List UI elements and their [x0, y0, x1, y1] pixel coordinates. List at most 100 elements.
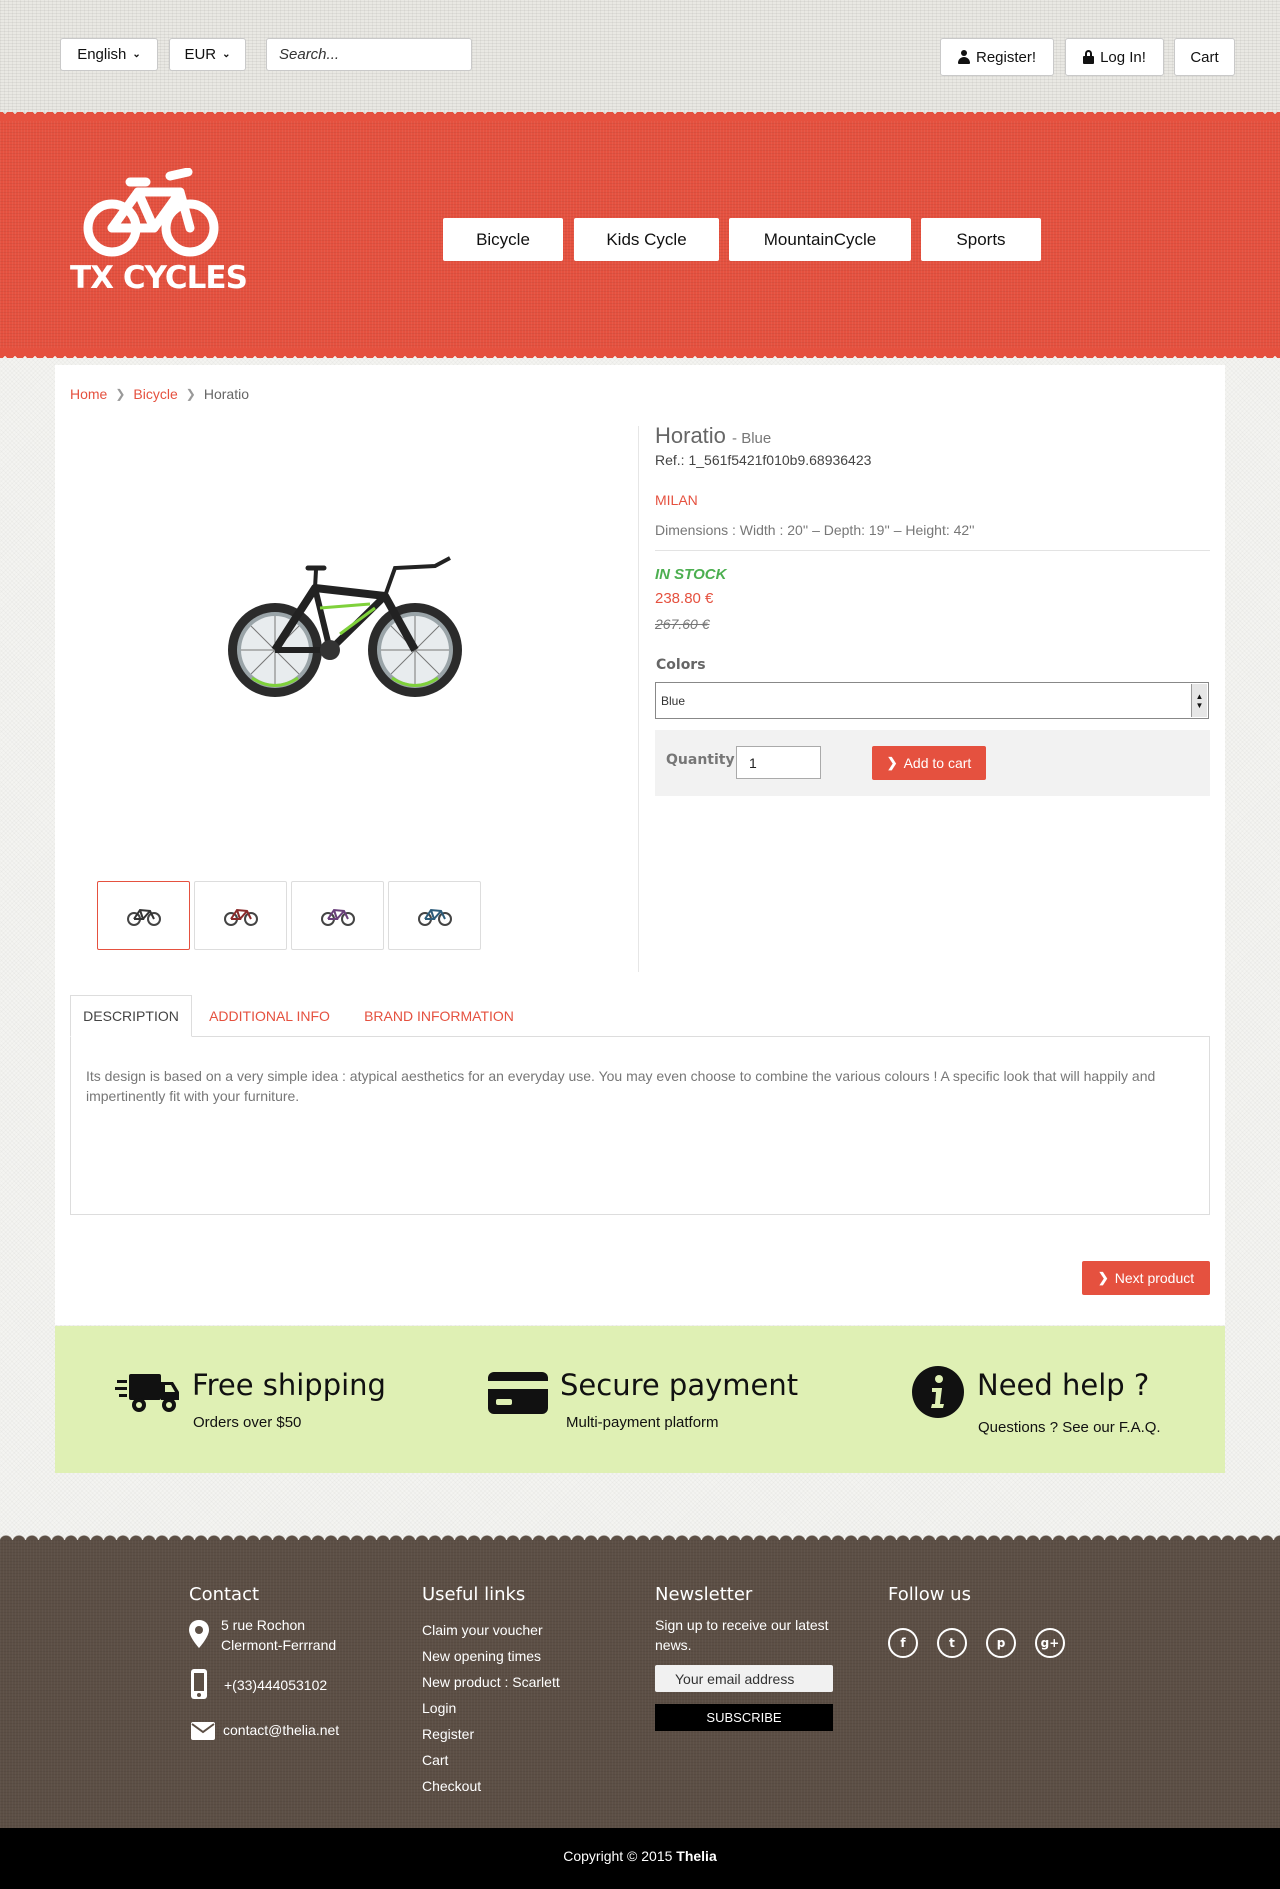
contact-email[interactable]: contact@thelia.net [223, 1720, 339, 1740]
footer-link-opening-times[interactable]: New opening times [422, 1648, 541, 1664]
product-description: Its design is based on a very simple ide… [86, 1068, 1156, 1104]
product-thumbnail[interactable] [388, 881, 481, 950]
cart-label: Cart [1190, 48, 1219, 66]
footer-link-voucher[interactable]: Claim your voucher [422, 1622, 543, 1638]
breadcrumb: Home ❯ Bicycle ❯ Horatio [70, 386, 249, 402]
info-icon [912, 1366, 964, 1418]
copyright: Copyright © 2015 Thelia [0, 1848, 1280, 1864]
feature-title-help: Need help ? [977, 1368, 1150, 1402]
stock-status: IN STOCK [655, 566, 727, 583]
product-variant: - Blue [732, 430, 772, 447]
credit-card-icon [488, 1372, 548, 1414]
bicycle-thumbnail-icon [417, 908, 452, 926]
language-select[interactable]: English ⌄ [60, 38, 158, 71]
address-line1: 5 rue Rochon [221, 1617, 306, 1633]
breadcrumb-current: Horatio [203, 386, 249, 402]
select-arrow-icon: ▲ ▼ [1191, 684, 1207, 717]
product-main-image[interactable] [220, 548, 470, 708]
product-name: Horatio [655, 423, 726, 448]
newsletter-heading: Newsletter [655, 1584, 753, 1605]
add-to-cart-label: Add to cart [903, 755, 972, 771]
nav-item-mountaincycle[interactable]: MountainCycle [729, 218, 911, 261]
chevron-down-icon: ⌄ [222, 49, 231, 60]
quantity-label: Quantity [666, 752, 735, 768]
search-input[interactable] [279, 46, 471, 63]
chevron-right-icon: ❯ [886, 755, 898, 770]
next-product-label: Next product [1114, 1270, 1195, 1286]
column-divider [638, 426, 639, 972]
product-thumbnail[interactable] [291, 881, 384, 950]
feature-title-payment: Secure payment [560, 1368, 799, 1402]
chevron-right-icon: ❯ [185, 387, 196, 401]
google-plus-icon[interactable]: g+ [1035, 1628, 1065, 1658]
phone-number: +(33)444053102 [224, 1677, 328, 1693]
truck-icon [115, 1374, 179, 1412]
breadcrumb-bicycle[interactable]: Bicycle [133, 386, 177, 402]
breadcrumb-home[interactable]: Home [70, 386, 107, 402]
feature-subtitle-help[interactable]: Questions ? See our F.A.Q. [978, 1419, 1161, 1436]
colors-label: Colors [656, 657, 706, 673]
login-label: Log In! [1100, 48, 1146, 66]
bicycle-thumbnail-icon [320, 908, 355, 926]
next-product-button[interactable]: ❯ Next product [1082, 1261, 1210, 1295]
address-line2: Clermont-Ferrrand [221, 1637, 337, 1653]
subscribe-button[interactable]: SUBSCRIBE [655, 1704, 833, 1731]
footer-link-checkout[interactable]: Checkout [422, 1778, 481, 1794]
product-thumbnail[interactable] [97, 881, 190, 950]
footer-link-login[interactable]: Login [422, 1700, 456, 1716]
follow-us-heading: Follow us [888, 1584, 971, 1605]
feature-subtitle-payment: Multi-payment platform [566, 1414, 719, 1431]
quantity-input[interactable] [736, 746, 821, 779]
feature-title-shipping: Free shipping [192, 1368, 386, 1402]
tab-description[interactable]: DESCRIPTION [70, 995, 192, 1037]
logo-text: TX CYCLES [70, 260, 248, 296]
contact-heading: Contact [189, 1584, 260, 1605]
phone-icon [191, 1669, 207, 1699]
envelope-icon [191, 1722, 215, 1740]
register-label: Register! [975, 48, 1037, 66]
color-select[interactable]: Blue ▲ ▼ [655, 682, 1209, 719]
color-select-value: Blue [661, 693, 686, 708]
facebook-icon[interactable]: f [888, 1628, 918, 1658]
chevron-right-icon: ❯ [1097, 1270, 1109, 1285]
product-dimensions: Dimensions : Width : 20'' – Depth: 19'' … [655, 522, 975, 538]
nav-item-bicycle[interactable]: Bicycle [443, 218, 563, 261]
user-icon [957, 50, 970, 64]
chevron-down-icon: ⌄ [132, 49, 141, 60]
copyright-text: Copyright © 2015 [563, 1848, 673, 1864]
footer-link-cart[interactable]: Cart [422, 1752, 448, 1768]
currency-value: EUR [184, 46, 217, 63]
copyright-brand[interactable]: Thelia [676, 1848, 716, 1864]
newsletter-email-input[interactable] [655, 1665, 833, 1692]
add-to-cart-button[interactable]: ❯ Add to cart [872, 746, 986, 780]
product-brand[interactable]: MILAN [655, 492, 698, 508]
bicycle-thumbnail-icon [126, 908, 161, 926]
tab-additional-info[interactable]: ADDITIONAL INFO [197, 995, 342, 1037]
footer-link-register[interactable]: Register [422, 1726, 474, 1742]
footer-link-new-product[interactable]: New product : Scarlett [422, 1674, 560, 1690]
twitter-icon[interactable]: t [937, 1628, 967, 1658]
nav-item-sports[interactable]: Sports [921, 218, 1041, 261]
pinterest-icon[interactable]: p [986, 1628, 1016, 1658]
lock-icon [1083, 50, 1095, 64]
divider [655, 550, 1210, 551]
search-box [266, 38, 472, 71]
register-button[interactable]: Register! [940, 38, 1054, 76]
chevron-right-icon: ❯ [115, 387, 126, 401]
currency-select[interactable]: EUR ⌄ [169, 38, 246, 71]
cart-button[interactable]: Cart [1174, 38, 1235, 76]
nav-item-kids-cycle[interactable]: Kids Cycle [574, 218, 719, 261]
product-thumbnail[interactable] [194, 881, 287, 950]
newsletter-text: Sign up to receive our latest news. [655, 1617, 829, 1653]
login-button[interactable]: Log In! [1065, 38, 1164, 76]
product-ref: Ref.: 1_561f5421f010b9.68936423 [655, 452, 872, 468]
feature-subtitle-shipping: Orders over $50 [193, 1414, 302, 1431]
bicycle-thumbnail-icon [223, 908, 258, 926]
language-value: English [77, 46, 127, 63]
tab-panel [70, 1036, 1210, 1215]
tab-brand-information[interactable]: BRAND INFORMATION [347, 995, 531, 1037]
product-price: 238.80 € [655, 590, 714, 607]
header-edge-bottom [0, 348, 1280, 358]
product-title: Horatio - Blue [655, 423, 771, 449]
map-pin-icon [189, 1620, 209, 1648]
